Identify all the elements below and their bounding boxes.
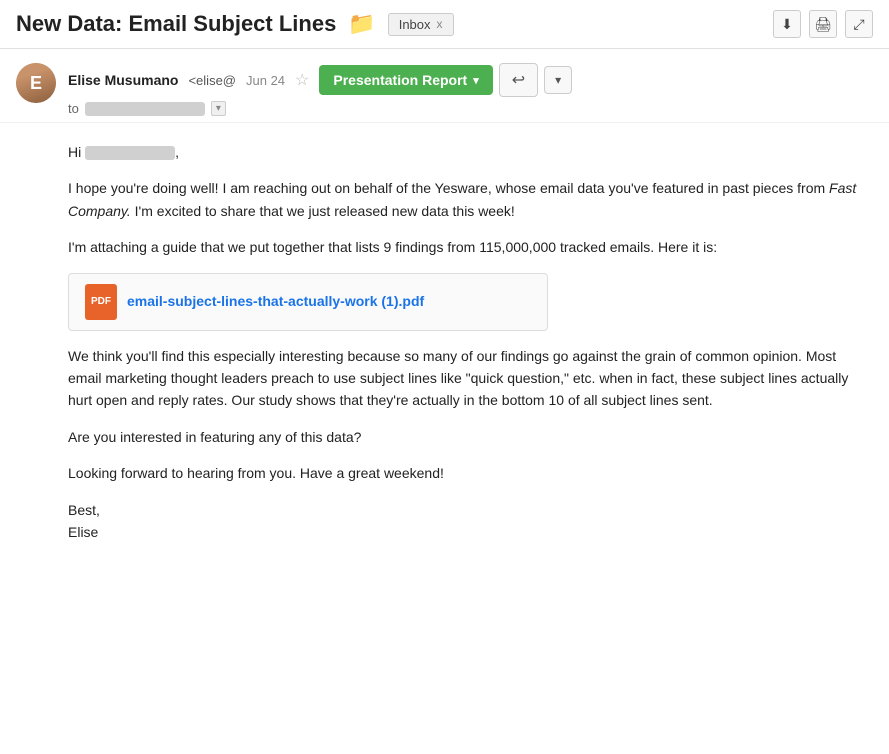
to-label: to: [68, 101, 79, 116]
body-paragraph-1: I hope you're doing well! I am reaching …: [68, 177, 873, 222]
email-meta: Elise Musumano <elise@ Jun 24 ☆ Presenta…: [68, 63, 873, 116]
to-row: to ▾: [68, 101, 873, 116]
to-dropdown-chevron[interactable]: ▾: [211, 101, 226, 116]
fullscreen-icon: ⤢: [853, 16, 864, 33]
print-icon: 🖨: [814, 16, 832, 33]
inbox-label: Inbox: [399, 17, 431, 32]
download-icon: ⬇: [781, 16, 793, 33]
sender-email: <elise@: [188, 73, 236, 88]
inbox-tab[interactable]: Inbox x: [388, 13, 454, 36]
greeting-line: Hi ,: [68, 141, 873, 163]
reply-button[interactable]: ↩: [499, 63, 538, 97]
header-right: Presentation Report ▾ ↩ ▾: [319, 63, 572, 97]
top-bar: New Data: Email Subject Lines 📁 Inbox x …: [0, 0, 889, 49]
attachment-box[interactable]: PDF email-subject-lines-that-actually-wo…: [68, 273, 548, 331]
sender-name: Elise Musumano: [68, 72, 178, 88]
folder-icon: 📁: [348, 11, 375, 37]
pdf-icon: PDF: [85, 284, 117, 320]
reply-icon: ↩: [512, 72, 525, 89]
sign-off: Best, Elise: [68, 499, 873, 544]
body-paragraph-4: Are you interested in featuring any of t…: [68, 426, 873, 448]
presentation-dropdown-arrow: ▾: [473, 74, 479, 87]
email-subject: New Data: Email Subject Lines: [16, 11, 336, 37]
greeting-text: Hi: [68, 144, 81, 160]
download-button[interactable]: ⬇: [773, 10, 801, 38]
sender-avatar: E: [16, 63, 56, 103]
email-date: Jun 24: [246, 73, 285, 88]
star-icon[interactable]: ☆: [295, 70, 309, 90]
top-bar-actions: ⬇ 🖨 ⤢: [773, 10, 873, 38]
body-paragraph-5: Looking forward to hearing from you. Hav…: [68, 462, 873, 484]
to-recipient-redacted: [85, 102, 205, 116]
email-meta-row: Elise Musumano <elise@ Jun 24 ☆ Presenta…: [68, 63, 873, 97]
body-paragraph-3: We think you'll find this especially int…: [68, 345, 873, 412]
fullscreen-button[interactable]: ⤢: [845, 10, 873, 38]
print-button[interactable]: 🖨: [809, 10, 837, 38]
email-body: Hi , I hope you're doing well! I am reac…: [0, 123, 889, 561]
inbox-close-icon[interactable]: x: [437, 17, 443, 31]
recipient-name-redacted: [85, 146, 175, 160]
dropdown-icon: ▾: [555, 73, 561, 87]
presentation-report-label: Presentation Report: [333, 72, 467, 88]
attachment-link[interactable]: email-subject-lines-that-actually-work (…: [127, 290, 424, 312]
more-options-button[interactable]: ▾: [544, 66, 572, 94]
email-header: E Elise Musumano <elise@ Jun 24 ☆ Presen…: [0, 49, 889, 123]
presentation-report-button[interactable]: Presentation Report ▾: [319, 65, 492, 95]
body-paragraph-2: I'm attaching a guide that we put togeth…: [68, 236, 873, 258]
